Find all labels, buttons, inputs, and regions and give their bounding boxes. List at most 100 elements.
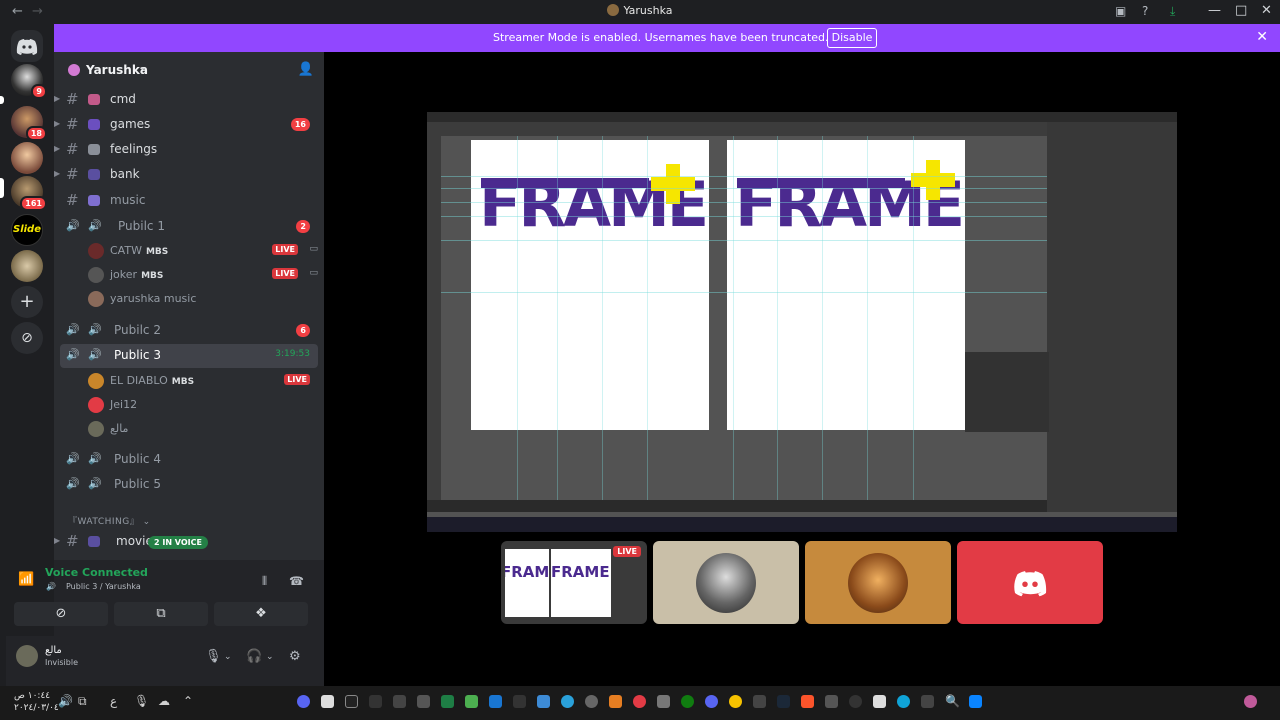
microphone-icon[interactable]: 🎙 [134,694,149,708]
server-icon-3[interactable] [11,142,43,174]
channel-games[interactable]: ▶ # games 16 [54,113,320,137]
explore-compass-icon[interactable]: ⊘ [11,322,43,354]
app-icon[interactable] [345,695,358,708]
participant-tile[interactable] [653,541,799,624]
headphones-icon[interactable]: 🎧 [246,649,262,664]
windows-start-icon[interactable] [969,695,982,708]
gear-icon[interactable]: ⚙ [289,649,301,664]
app-icon[interactable] [849,695,862,708]
server-icon-slide[interactable]: Slide [11,214,43,246]
voice-user[interactable]: joker MBS LIVE ▭ [84,264,320,286]
voice-user[interactable]: Jei12 [84,394,320,416]
task-view-icon[interactable] [921,695,934,708]
microphone-icon[interactable]: 🎙 [205,649,222,664]
close-window-icon[interactable]: ✕ [1261,3,1272,18]
share-screen-button[interactable]: ⧉ [114,602,208,626]
disable-button[interactable]: Disable [827,28,877,48]
speaker-small-icon: 🔊 [46,582,56,591]
chevron-up-icon[interactable]: ⌃ [183,694,193,708]
participant-tile[interactable] [957,541,1103,624]
edge-icon[interactable] [897,695,910,708]
app-icon[interactable] [609,695,622,708]
app-icon[interactable] [729,695,742,708]
voice-user[interactable]: EL DIABLO MBS LIVE [84,370,320,392]
voice-user[interactable]: yarushka music [84,288,320,310]
camera-off-button[interactable]: ⊘ [14,602,108,626]
voice-channel-public-4[interactable]: 🔊 🔊 Public 4 [54,448,320,472]
discord-home-icon[interactable] [11,30,43,62]
chevron-down-icon[interactable]: ⌄ [224,652,232,662]
close-icon[interactable]: ✕ [1256,29,1268,45]
channel-feelings[interactable]: ▶ # feelings [54,138,320,162]
disconnect-icon[interactable]: ☎ [289,574,304,588]
store-icon[interactable] [873,695,886,708]
app-icon[interactable] [489,695,502,708]
app-icon[interactable] [825,695,838,708]
server-icon-2[interactable]: 18 [11,106,47,141]
channel-cmd[interactable]: ▶ # cmd [54,88,320,112]
app-icon[interactable] [585,695,598,708]
avatar [88,421,104,437]
steam-icon[interactable] [777,695,790,708]
notification-icon[interactable] [1244,695,1257,708]
xbox-icon[interactable] [681,695,694,708]
app-icon[interactable] [633,695,646,708]
language-indicator[interactable]: ع [110,694,117,708]
taskbar-clock[interactable]: ١٠:٤٤ ص ٢٠٢٤/٠٣/٠٤ [14,690,59,714]
activities-button[interactable]: ❖ [214,602,308,626]
telegram-icon[interactable] [561,695,574,708]
hash-icon: # [66,90,79,108]
file-icon[interactable] [321,695,334,708]
server-icon-1[interactable]: 9 [11,64,47,99]
maximize-icon[interactable]: □ [1235,3,1247,18]
excel-icon[interactable] [441,695,454,708]
category-watching[interactable]: 『WATCHING』 ⌄ [68,514,151,527]
avatar[interactable] [16,645,38,667]
voice-channel-pubilc-1[interactable]: 🔊 🔊 Pubilc 1 2 [54,215,320,239]
app-icon[interactable] [753,695,766,708]
channel-bank[interactable]: ▶ # bank [54,163,320,187]
voice-channel-public-3[interactable]: 🔊 🔊 Public 3 3:19:53 [60,344,318,368]
search-icon[interactable]: 🔍 [945,694,960,708]
brave-icon[interactable] [801,695,814,708]
app-icon[interactable] [417,695,430,708]
display-icon[interactable]: ⧉ [78,694,87,709]
voice-connected-subtitle[interactable]: Public 3 / Yarushka [66,582,141,591]
signal-icon[interactable]: 📶 [18,572,34,587]
app-icon[interactable] [465,695,478,708]
cloud-icon[interactable]: ☁ [158,694,170,708]
minimize-icon[interactable]: — [1208,3,1221,18]
channel-music[interactable]: # music [54,189,320,213]
app-icon[interactable] [657,695,670,708]
settings-icon[interactable] [369,695,382,708]
download-icon[interactable]: ⤓ [1170,4,1175,19]
server-icon-6[interactable] [11,250,43,282]
voice-channel-public-5[interactable]: 🔊 🔊 Public 5 [54,473,320,497]
voice-user[interactable]: مالع [84,418,320,440]
in-voice-pill[interactable]: 2 IN VOICE [148,536,208,549]
voice-connected-title[interactable]: Voice Connected [45,566,148,579]
user-name: Jei12 [110,398,138,411]
inbox-icon[interactable]: ▣ [1115,4,1126,18]
discord-icon[interactable] [705,695,718,708]
server-icon-yarushka[interactable]: 161 [11,176,47,211]
app-icon[interactable] [297,695,310,708]
user-name[interactable]: مالع [45,645,62,656]
screen-share-view[interactable]: FRAME FRAME [427,112,1177,532]
invite-user-icon[interactable]: 👤 [298,62,314,77]
channel-name: games [110,117,151,131]
volume-icon[interactable]: 🔊 [58,694,73,708]
chevron-down-icon[interactable]: ⌄ [266,652,274,662]
help-icon[interactable]: ? [1142,4,1148,18]
voice-user[interactable]: CATW MBS LIVE ▭ [84,240,320,262]
noise-suppression-icon[interactable]: ⫴ [262,574,267,589]
app-icon[interactable] [513,695,526,708]
folder-icon[interactable] [537,695,550,708]
stream-tile[interactable]: FRAME FRAME ▭ LIVE [501,541,647,624]
voice-channel-pubilc-2[interactable]: 🔊 🔊 Pubilc 2 6 [54,319,320,343]
server-header[interactable]: Yarushka ⌄ 👤 [54,52,324,88]
app-icon[interactable] [393,695,406,708]
add-server-icon[interactable]: + [11,286,43,318]
participant-tile[interactable] [805,541,951,624]
window-title: Yarushka [0,4,1280,17]
